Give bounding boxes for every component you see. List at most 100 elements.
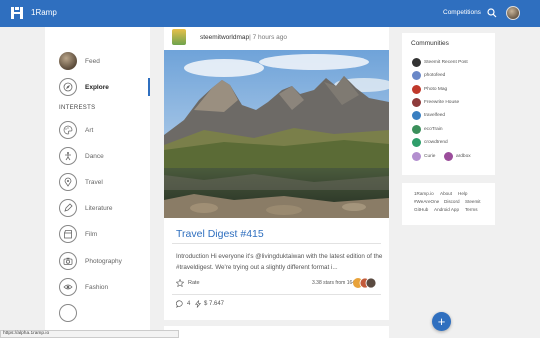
feed-avatar [59,52,77,70]
footer-link[interactable]: GitHub [414,207,428,212]
palette-icon [59,121,77,139]
communities-title: Communities [411,40,449,47]
map-pin-icon [59,173,77,191]
user-avatar[interactable] [506,6,520,20]
community-label: travelfeed [424,113,446,118]
search-icon[interactable] [487,8,497,18]
interests-heading: INTERESTS [59,105,96,111]
footer-links-panel: 1Ramp.io About Help #WeAreOne Discord St… [402,183,495,225]
sidebar-item-feed[interactable]: Feed [59,52,100,70]
community-avatar [412,111,421,120]
logo-icon[interactable] [10,6,24,20]
rate-label: Rate [188,280,200,286]
community-avatar [444,152,453,161]
active-indicator [148,78,150,96]
footer-link[interactable]: Android App [434,207,459,212]
community-label: ecoTrain [424,127,443,132]
top-navbar: 1Ramp Competitions [0,0,540,27]
sidebar-item-more[interactable] [59,304,77,322]
eye-icon [59,278,77,296]
community-label: photofeed [424,73,446,78]
compass-icon [59,78,77,96]
next-post-card [164,326,389,338]
plus-icon: + [437,314,446,329]
dancer-icon [59,147,77,165]
footer-link[interactable]: Help [458,191,467,196]
payout-info[interactable]: $ 7.647 [194,300,224,308]
post-time: | 7 hours ago [249,33,287,41]
lightning-icon [195,300,201,308]
sidebar-item-label: Explore [85,83,109,91]
post-image[interactable] [164,50,389,218]
community-label: ardbox [456,154,471,159]
pen-icon [59,199,77,217]
voter-avatars[interactable] [353,276,377,290]
sidebar-item-fashion[interactable]: Fashion [59,278,108,296]
sidebar-item-label: Dance [85,152,104,160]
footer-link[interactable]: Steemit [465,199,481,204]
community-avatar [412,71,421,80]
sidebar-item-label: Fashion [85,283,109,291]
sidebar-item-label: Travel [85,178,103,186]
sidebar-item-explore[interactable]: Explore [59,78,109,96]
sidebar-item-label: Literature [85,204,113,212]
sidebar-item-film[interactable]: Film [59,225,97,243]
community-avatar [412,85,421,94]
community-avatar [412,125,421,134]
rate-button[interactable]: Rate [176,279,200,287]
community-item[interactable]: ardbox [444,152,471,161]
community-item[interactable]: ecoTrain [412,125,443,134]
footer-link[interactable]: About [440,191,452,196]
status-bar-url: https://alpha.1ramp.io [0,330,179,338]
divider [172,294,381,295]
divider [172,243,381,244]
sidebar-item-art[interactable]: Art [59,121,93,139]
community-item[interactable]: Freewrite House [412,98,459,107]
communities-panel: Communities Steemit Recent Post photofee… [402,33,495,175]
footer-link[interactable]: Discord [444,199,460,204]
comments-button[interactable]: 4 [176,300,190,308]
post-title[interactable]: Travel Digest #415 [176,228,264,240]
community-item[interactable]: Curie [412,152,435,161]
community-avatar [412,138,421,147]
sidebar-item-label: Art [85,126,94,134]
globe-icon [59,304,77,322]
community-label: Curie [424,154,436,159]
community-avatar [412,58,421,67]
comment-icon [176,300,183,308]
camera-icon [59,252,77,270]
payout-value: $ 7.647 [204,301,225,307]
sidebar-item-label: Film [85,230,98,238]
community-item[interactable]: crowdtrend [412,138,448,147]
sidebar-item-label: Photography [85,257,122,265]
sidebar-item-travel[interactable]: Travel [59,173,103,191]
community-avatar [412,152,421,161]
community-item[interactable]: Steemit Recent Post [412,58,468,67]
community-label: Photo Mag [424,87,448,92]
clapperboard-icon [59,225,77,243]
community-label: Steemit Recent Post [424,60,468,65]
comment-count: 4 [187,301,191,307]
footer-link[interactable]: 1Ramp.io [414,191,434,196]
post-excerpt[interactable]: Introduction Hi everyone it's @livingduk… [176,251,384,273]
author-avatar[interactable] [172,29,186,45]
community-item[interactable]: Photo Mag [412,85,447,94]
footer-link[interactable]: #WeAreOne [414,199,439,204]
rating-summary: 3.38 stars from 164 [312,280,356,286]
community-avatar [412,98,421,107]
community-item[interactable]: travelfeed [412,111,445,120]
sidebar-item-dance[interactable]: Dance [59,147,104,165]
sidebar-item-photography[interactable]: Photography [59,252,122,270]
footer-link[interactable]: Terms [465,207,478,212]
community-item[interactable]: photofeed [412,71,445,80]
competitions-link[interactable]: Competitions [443,9,481,16]
app-title[interactable]: 1Ramp [31,8,57,17]
community-label: Freewrite House [424,100,460,105]
add-post-button[interactable]: + [432,312,451,331]
star-icon [176,279,184,287]
post-header: steemitworldmap | 7 hours ago [172,27,287,47]
post-author[interactable]: steemitworldmap [200,34,249,41]
sidebar-item-literature[interactable]: Literature [59,199,112,217]
post-card: steemitworldmap | 7 hours ago Travel Dig… [164,27,389,320]
sidebar-item-label: Feed [85,57,100,65]
